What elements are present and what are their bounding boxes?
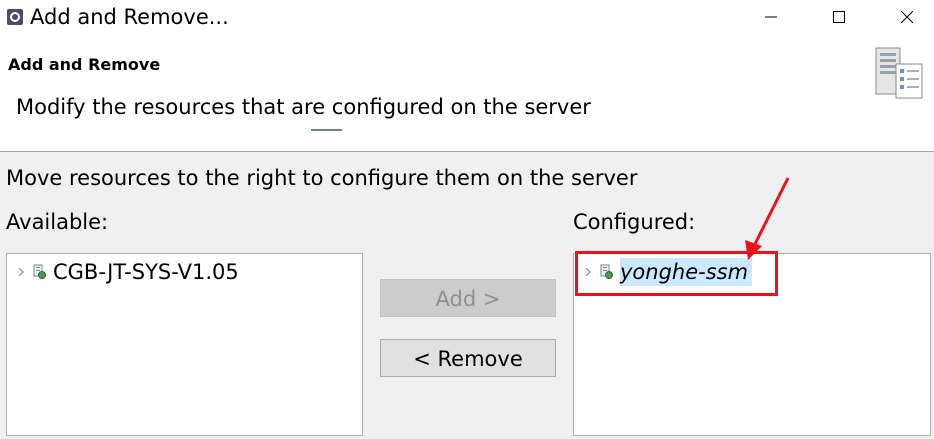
page-description: Modify the resources that are configured… — [16, 95, 591, 119]
available-list[interactable]: CGB-JT-SYS-V1.05 — [6, 253, 363, 436]
configured-label: Configured: — [573, 210, 696, 234]
text-cursor-marker — [311, 129, 342, 131]
available-item-cgb-jt-sys[interactable]: CGB-JT-SYS-V1.05 — [15, 258, 239, 286]
window-title: Add and Remove... — [30, 5, 229, 29]
maximize-button[interactable] — [816, 0, 862, 34]
minimize-icon — [765, 16, 777, 18]
app-icon — [7, 9, 23, 25]
available-label: Available: — [6, 210, 109, 234]
chevron-right-icon[interactable] — [15, 266, 27, 278]
minimize-button[interactable] — [748, 0, 794, 34]
server-page-icon — [875, 47, 923, 99]
close-button[interactable] — [884, 0, 930, 34]
add-button[interactable]: Add > — [380, 279, 556, 317]
annotation-arrow — [745, 177, 790, 260]
instruction-text: Move resources to the right to configure… — [6, 166, 638, 190]
title-bar[interactable]: Add and Remove... — [0, 0, 934, 34]
maximize-icon — [833, 11, 845, 23]
remove-button[interactable]: < Remove — [380, 339, 556, 377]
page-title: Add and Remove — [8, 55, 161, 74]
close-icon — [901, 11, 913, 23]
dialog-header: Add and Remove Modify the resources that… — [0, 34, 934, 152]
list-item-label: CGB-JT-SYS-V1.05 — [53, 260, 239, 284]
web-module-icon — [33, 264, 46, 279]
